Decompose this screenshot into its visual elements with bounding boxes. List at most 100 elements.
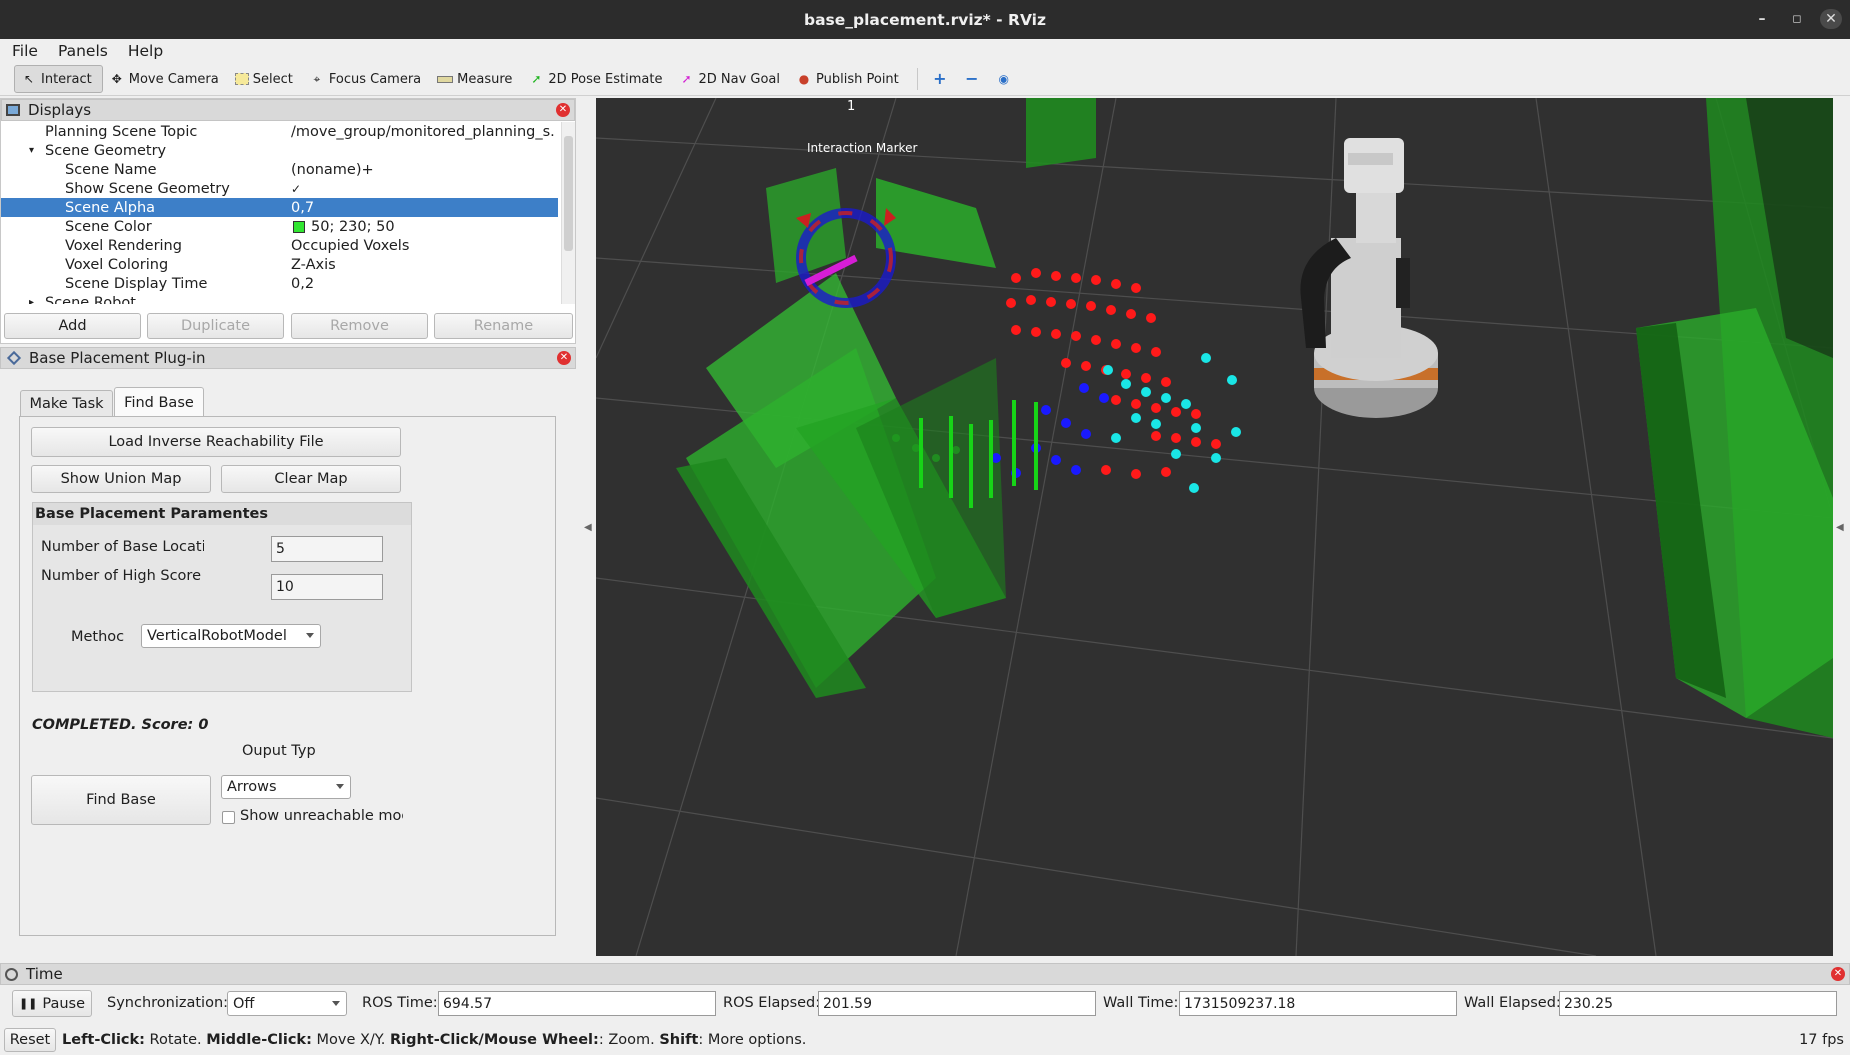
rename-button[interactable]: Rename xyxy=(434,313,573,339)
tool-measure[interactable]: Measure xyxy=(431,65,522,93)
method-label: Methoc xyxy=(71,629,125,645)
prop-row[interactable]: ▾ Scene Geometry xyxy=(1,141,558,160)
tool-label: 2D Pose Estimate xyxy=(548,71,663,87)
maximize-icon[interactable]: ◻ xyxy=(1787,9,1807,29)
show-union-map-button[interactable]: Show Union Map xyxy=(31,465,211,493)
prop-key: Scene Alpha xyxy=(65,199,156,216)
unreachable-checkbox[interactable] xyxy=(222,811,235,824)
menu-panels[interactable]: Panels xyxy=(46,42,116,60)
ros-time-field[interactable]: 694.57 xyxy=(438,991,716,1016)
wall-time-field[interactable]: 1731509237.18 xyxy=(1179,991,1457,1016)
tab-make-task[interactable]: Make Task xyxy=(20,390,113,417)
splitter-handle-left[interactable]: ◀ xyxy=(584,522,592,533)
prop-value: 50; 230; 50 xyxy=(311,218,395,235)
prop-row[interactable]: Voxel Rendering Occupied Voxels xyxy=(1,236,558,255)
add-tool-button[interactable]: + xyxy=(926,65,958,93)
minimize-icon[interactable]: – xyxy=(1752,9,1772,29)
tab-find-base[interactable]: Find Base xyxy=(114,387,204,417)
menu-help[interactable]: Help xyxy=(116,42,171,60)
find-base-button[interactable]: Find Base xyxy=(31,775,211,825)
scrollbar-thumb[interactable] xyxy=(564,136,573,251)
plugin-panel: Base Placement Plug-in ✕ Make Task Find … xyxy=(0,347,576,957)
tool-2d-nav-goal[interactable]: ➚ 2D Nav Goal xyxy=(672,65,790,93)
tool-publish-point[interactable]: ● Publish Point xyxy=(790,65,909,93)
sync-select[interactable]: Off xyxy=(227,991,347,1016)
status-hint: Left-Click: Rotate. Middle-Click: Move X… xyxy=(62,1032,806,1048)
prop-row[interactable]: Scene Display Time 0,2 xyxy=(1,274,558,293)
num-high-score-input[interactable]: 10 xyxy=(271,574,383,600)
close-icon[interactable]: ✕ xyxy=(1820,9,1842,29)
prop-row[interactable]: Show Scene Geometry ✓ xyxy=(1,179,558,198)
duplicate-button[interactable]: Duplicate xyxy=(147,313,284,339)
expand-down-icon[interactable]: ▾ xyxy=(29,145,34,156)
hint-shift: Shift xyxy=(659,1032,699,1048)
remove-button[interactable]: Remove xyxy=(291,313,428,339)
scene-render: 1 Interaction Marker xyxy=(596,98,1833,956)
status-text: COMPLETED. Score: 0 xyxy=(32,717,209,733)
chevron-down-icon xyxy=(306,633,314,638)
method-select[interactable]: VerticalRobotModel xyxy=(141,624,321,648)
output-type-select[interactable]: Arrows xyxy=(221,775,351,799)
hint-left-click: Left-Click: xyxy=(62,1032,145,1048)
prop-key: Scene Color xyxy=(65,218,152,235)
diamond-icon xyxy=(6,350,22,366)
output-type-label: Ouput Typ xyxy=(242,743,316,759)
tool-move-camera[interactable]: ✥ Move Camera xyxy=(103,65,229,93)
prop-key: Voxel Coloring xyxy=(65,256,169,273)
close-icon[interactable]: ✕ xyxy=(556,103,570,117)
expand-right-icon[interactable]: ▸ xyxy=(29,297,34,304)
prop-row[interactable]: Voxel Coloring Z-Axis xyxy=(1,255,558,274)
prop-key: Show Scene Geometry xyxy=(65,180,230,197)
marker-number: 1 xyxy=(847,99,855,114)
sync-value: Off xyxy=(233,995,255,1012)
close-icon[interactable]: ✕ xyxy=(557,351,571,365)
view-tool-button[interactable]: ◉ xyxy=(990,65,1022,93)
cursor-icon: ↖ xyxy=(23,72,35,86)
time-panel-title-bar: Time ✕ xyxy=(0,963,1850,985)
focus-camera-icon: ⌖ xyxy=(313,72,321,86)
add-button[interactable]: Add xyxy=(4,313,141,339)
displays-scrollbar[interactable] xyxy=(561,122,575,304)
monitor-icon xyxy=(6,104,20,116)
tool-2d-pose-estimate[interactable]: ➚ 2D Pose Estimate xyxy=(522,65,672,93)
tool-select[interactable]: Select xyxy=(229,65,303,93)
prop-row[interactable]: Scene Color 50; 230; 50 xyxy=(1,217,558,236)
menu-file[interactable]: File xyxy=(0,42,46,60)
hint-shift-desc: : More options. xyxy=(698,1032,807,1048)
reset-button[interactable]: Reset xyxy=(4,1028,56,1052)
plus-icon: + xyxy=(933,69,947,88)
num-base-input[interactable]: 5 xyxy=(271,536,383,562)
prop-row[interactable]: ▸ Scene Robot xyxy=(1,293,558,305)
close-icon[interactable]: ✕ xyxy=(1831,967,1845,981)
marker-label: Interaction Marker xyxy=(807,141,917,155)
eye-icon: ◉ xyxy=(998,72,1009,86)
splitter-handle-right[interactable]: ◀ xyxy=(1836,522,1844,533)
prop-value: Occupied Voxels xyxy=(291,237,410,254)
wall-elapsed-field[interactable]: 230.25 xyxy=(1559,991,1837,1016)
prop-value: Z-Axis xyxy=(291,256,336,273)
scene-boxes xyxy=(676,98,1833,738)
prop-row-selected[interactable]: Scene Alpha 0,7 xyxy=(1,198,558,217)
tool-focus-camera[interactable]: ⌖ Focus Camera xyxy=(303,65,431,93)
load-reachability-button[interactable]: Load Inverse Reachability File xyxy=(31,427,401,457)
publish-point-icon: ● xyxy=(798,72,810,86)
select-icon xyxy=(234,73,249,85)
plugin-title: Base Placement Plug-in xyxy=(29,349,206,367)
clear-map-button[interactable]: Clear Map xyxy=(221,465,401,493)
pose-estimate-icon: ➚ xyxy=(531,72,542,86)
checkbox-value[interactable]: ✓ xyxy=(291,182,556,196)
prop-row[interactable]: Planning Scene Topic/move_group/monitore… xyxy=(1,122,558,141)
3d-viewport[interactable]: 1 Interaction Marker xyxy=(596,98,1833,956)
prop-value: 0,2 xyxy=(291,275,315,292)
wall-time-label: Wall Time: xyxy=(1103,995,1179,1011)
remove-tool-button[interactable]: − xyxy=(958,65,990,93)
hint-right-desc: : Zoom. xyxy=(598,1032,660,1048)
pause-button[interactable]: ❚❚ Pause xyxy=(12,990,92,1017)
prop-row[interactable]: Scene Name (noname)+ xyxy=(1,160,558,179)
hint-right-click: Right-Click/Mouse Wheel: xyxy=(389,1032,599,1048)
tool-interact[interactable]: ↖ Interact xyxy=(14,65,103,93)
ros-elapsed-field[interactable]: 201.59 xyxy=(818,991,1096,1016)
prop-key: Voxel Rendering xyxy=(65,237,182,254)
prop-value: /move_group/monitored_planning_s... xyxy=(291,123,556,140)
prop-value: (noname)+ xyxy=(291,161,374,178)
